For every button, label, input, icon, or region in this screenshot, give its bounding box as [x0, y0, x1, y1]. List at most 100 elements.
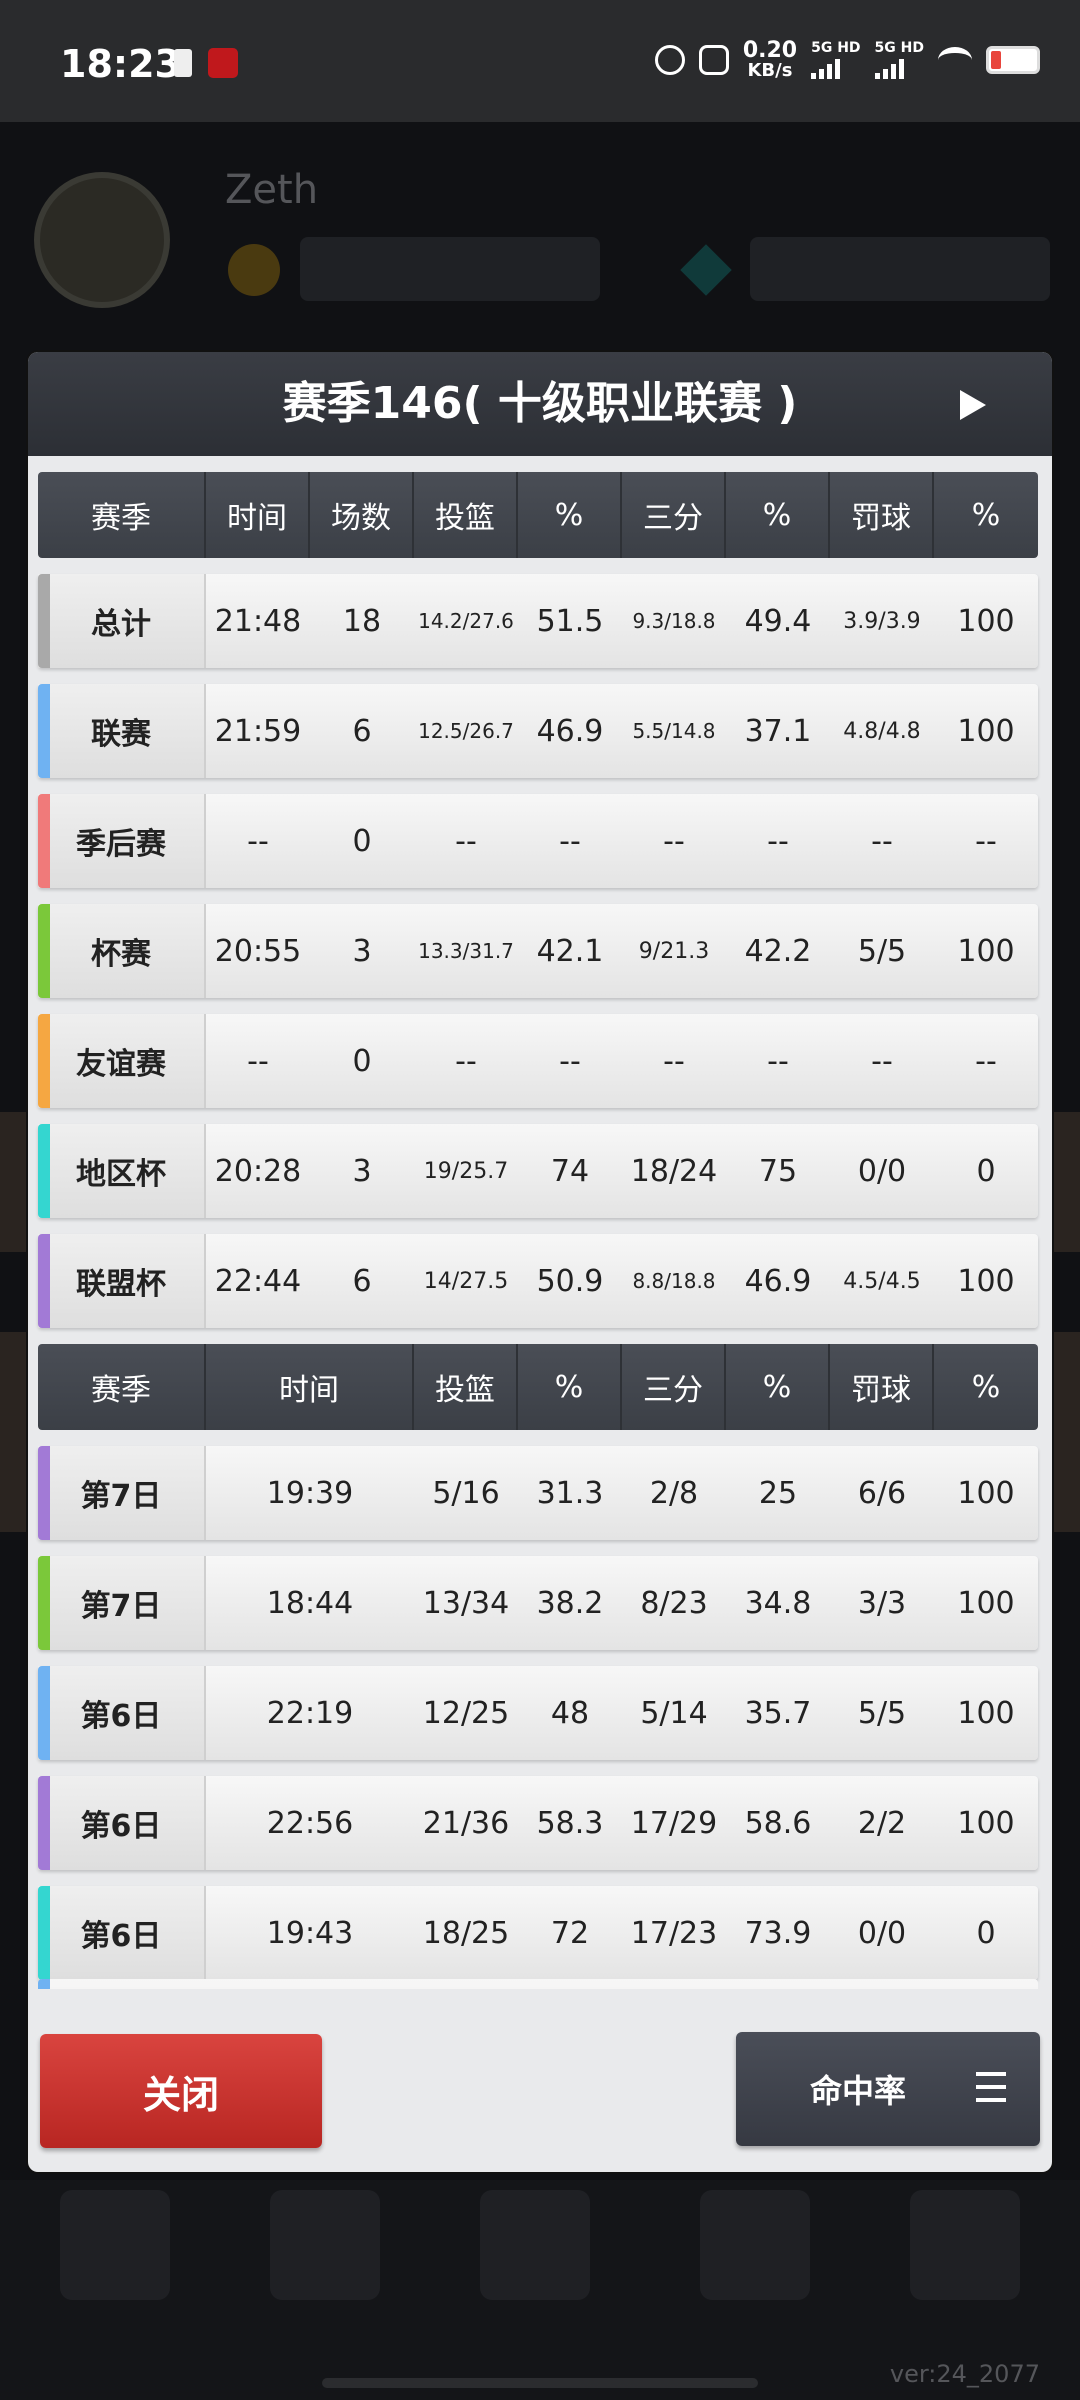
home-indicator[interactable]	[322, 2378, 758, 2388]
row-label: 第7日	[38, 1556, 206, 1650]
dialog-header: 赛季146( 十级职业联赛 )	[28, 352, 1052, 456]
table-cell: --	[663, 823, 685, 859]
table-cell: --	[663, 1043, 685, 1079]
table-cell: 21/36	[422, 1805, 510, 1841]
table-cell: --	[871, 823, 893, 859]
sim1-signal: 5G HD	[811, 41, 861, 79]
signal-icon	[811, 57, 860, 79]
table-cell: --	[767, 823, 789, 859]
table-cell: 73.9	[744, 1915, 812, 1951]
table-cell: 58.3	[536, 1805, 604, 1841]
table-row[interactable]: 杯赛 20:55 3 13.3/31.7 42.1 9/21.3 42.2 5/5 100	[38, 904, 1038, 998]
table-cell: 4.5/4.5	[843, 1268, 921, 1294]
nav-item[interactable]	[270, 2190, 380, 2300]
header-cell: %	[971, 497, 1001, 533]
table-cell: 12.5/26.7	[418, 719, 514, 743]
hit-rate-button[interactable]: 命中率	[736, 2032, 1040, 2146]
version-label: ver:24_2077	[889, 2360, 1040, 2388]
row-label: 友谊赛	[38, 1014, 206, 1108]
table-row[interactable]: 联盟杯 22:44 6 14/27.5 50.9 8.8/18.8 46.9 4.5/4.5 1…	[38, 1234, 1038, 1328]
header-cell: 投篮	[414, 472, 518, 558]
row-label: 第6日	[38, 1886, 206, 1980]
header-cell: 时间	[206, 472, 310, 558]
table-cell: 42.1	[536, 933, 604, 969]
row-color-bar	[38, 684, 50, 778]
table-cell: 0	[352, 823, 372, 859]
table-row[interactable]: 第7日 19:39 5/16 31.3 2/8 25 6/6 100	[38, 1446, 1038, 1540]
table-cell: 3.9/3.9	[843, 608, 921, 634]
table-cell: 49.4	[744, 603, 812, 639]
row-color-bar	[38, 574, 50, 668]
table-cell: 35.7	[744, 1695, 812, 1731]
header-cell: %	[726, 472, 830, 558]
header-cell: %	[518, 472, 622, 558]
alarm-icon	[654, 45, 685, 75]
table-cell: --	[455, 823, 477, 859]
table-cell: 34.8	[744, 1585, 812, 1621]
table-row[interactable]: 第7日 18:44 13/34 38.2 8/23 34.8 3/3 100	[38, 1556, 1038, 1650]
table-row[interactable]	[38, 1979, 1038, 1989]
summary-table: 赛季 时间 场数 投篮 % 三分 % 罚球 % 总计 21:48 18 14.2/27…	[38, 472, 1038, 1328]
table-row[interactable]: 第6日 22:19 12/25 48 5/14 35.7 5/5 100	[38, 1666, 1038, 1760]
table-row[interactable]: 季后赛 -- 0 -- -- -- -- -- --	[38, 794, 1038, 888]
row-label: 地区杯	[38, 1124, 206, 1218]
table-cell: --	[767, 1043, 789, 1079]
table-cell: --	[247, 1043, 269, 1079]
header-cell: 投篮	[414, 1344, 518, 1430]
table-cell: 8.8/18.8	[632, 1269, 716, 1293]
row-color-bar	[38, 1666, 50, 1760]
row-label: 第6日	[38, 1776, 206, 1870]
table-row[interactable]: 友谊赛 -- 0 -- -- -- -- -- --	[38, 1014, 1038, 1108]
table-cell: 100	[957, 603, 1015, 639]
row-label: 总计	[38, 574, 206, 668]
table-cell: 3	[352, 1153, 372, 1189]
table-cell: --	[975, 1043, 997, 1079]
table-cell: 22:19	[266, 1695, 354, 1731]
table-row[interactable]: 地区杯 20:28 3 19/25.7 74 18/24 75 0/0 0	[38, 1124, 1038, 1218]
wifi-icon	[938, 47, 972, 73]
table-row[interactable]: 总计 21:48 18 14.2/27.6 51.5 9.3/18.8 49.4 3.9/3.…	[38, 574, 1038, 668]
coin-balance	[300, 237, 600, 301]
table-cell: 21:59	[214, 713, 302, 749]
table-cell: 50.9	[536, 1263, 604, 1299]
row-label: 第6日	[38, 1666, 206, 1760]
season-stats-dialog: 赛季146( 十级职业联赛 ) 赛季 时间 场数 投篮 % 三分 % 罚球 % …	[28, 352, 1052, 2172]
table-row[interactable]: 联赛 21:59 6 12.5/26.7 46.9 5.5/14.8 37.1 4.8/4.8…	[38, 684, 1038, 778]
nav-item[interactable]	[700, 2190, 810, 2300]
table-cell: 5/16	[432, 1475, 500, 1511]
signal-icon	[874, 57, 924, 79]
table-row[interactable]: 第6日 22:56 21/36 58.3 17/29 58.6 2/2 100	[38, 1776, 1038, 1870]
table-cell: 58.6	[744, 1805, 812, 1841]
table-cell: 21:48	[214, 603, 302, 639]
table-cell: 14.2/27.6	[418, 609, 514, 633]
table-cell: 6	[352, 1263, 372, 1299]
table-cell: 100	[957, 1805, 1015, 1841]
row-color-bar	[38, 1979, 50, 1989]
table-row[interactable]: 第6日 19:43 18/25 72 17/23 73.9 0/0 0	[38, 1886, 1038, 1980]
table-cell: 2/2	[857, 1805, 907, 1841]
table-cell: 0/0	[857, 1153, 907, 1189]
nav-item[interactable]	[480, 2190, 590, 2300]
coin-icon	[228, 244, 280, 296]
row-color-bar	[38, 904, 50, 998]
table-cell: 100	[957, 1263, 1015, 1299]
play-icon[interactable]	[960, 390, 986, 420]
table-cell: 3	[352, 933, 372, 969]
table-cell: 75	[758, 1153, 798, 1189]
close-button[interactable]: 关闭	[40, 2034, 322, 2148]
row-color-bar	[38, 1886, 50, 1980]
gem-balance	[750, 237, 1050, 301]
nav-item[interactable]	[910, 2190, 1020, 2300]
bottom-nav: ver:24_2077	[0, 2180, 1080, 2400]
table-cell: 0/0	[857, 1915, 907, 1951]
table-cell: 12/25	[422, 1695, 510, 1731]
games-table: 赛季 时间 投篮 % 三分 % 罚球 % 第7日 19:39 5/16 31.3 2/8…	[38, 1344, 1038, 1980]
header-cell: 罚球	[830, 472, 934, 558]
mute-icon	[698, 45, 729, 75]
table-cell: --	[559, 1043, 581, 1079]
battery-low-icon	[986, 46, 1040, 74]
partial-row	[38, 1979, 1038, 1989]
table-cell: 6	[352, 713, 372, 749]
header-cell: 罚球	[830, 1344, 934, 1430]
nav-item[interactable]	[60, 2190, 170, 2300]
